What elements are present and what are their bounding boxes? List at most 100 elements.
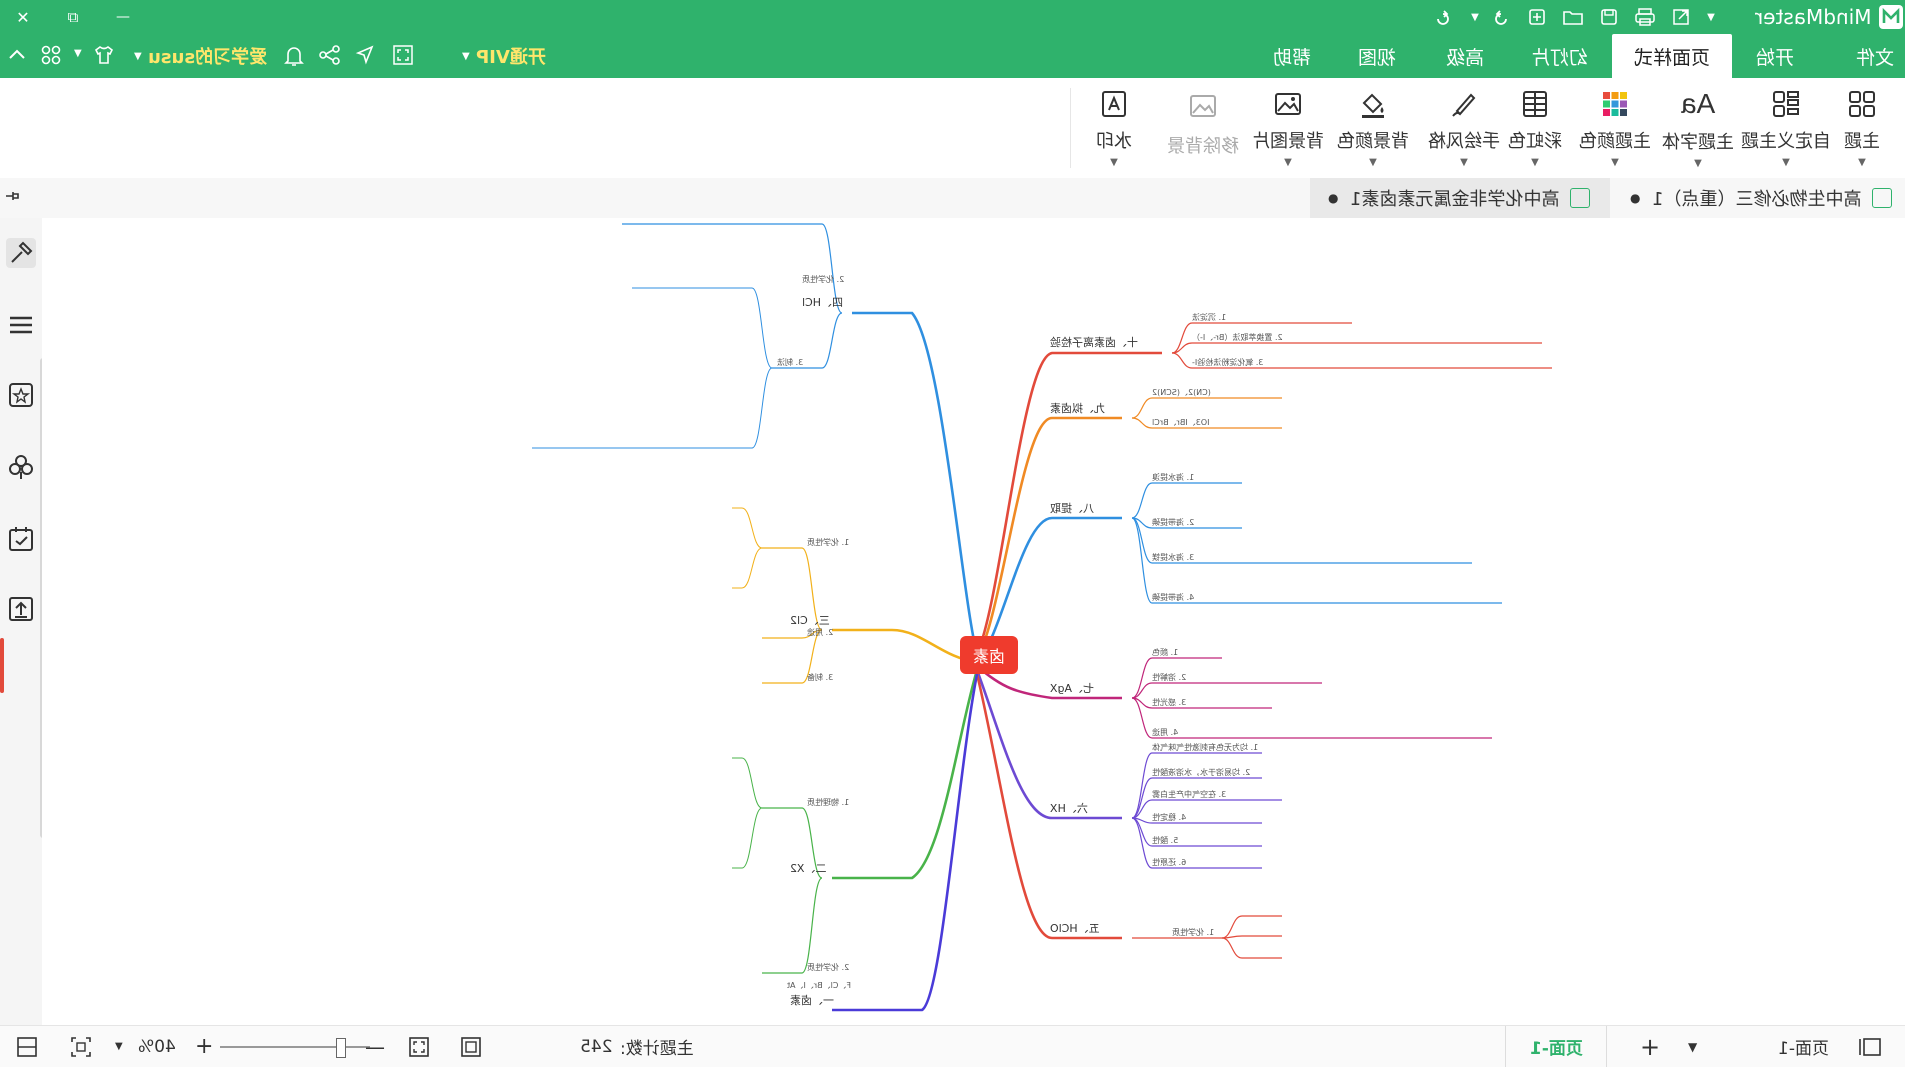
subtopic[interactable]: 3. 海水提镁 <box>1152 552 1194 563</box>
zoom-dropdown[interactable]: ▼ <box>115 1026 123 1067</box>
outline-panel-button[interactable] <box>6 310 36 340</box>
pointer-button[interactable] <box>354 44 376 70</box>
subtopic[interactable]: 1. 物理性质 <box>807 797 849 808</box>
subtopic[interactable]: 3. 在空气中产生白雾 <box>1152 789 1226 800</box>
hand-drawn-button[interactable]: 手绘风格 ▼ <box>1420 88 1508 168</box>
pin-button[interactable] <box>4 188 20 208</box>
page-dropdown[interactable]: ▼ <box>1688 1026 1697 1067</box>
topic-hx[interactable]: 六、HX <box>1050 800 1088 816</box>
skin-button[interactable] <box>92 44 116 70</box>
tab-home[interactable]: 开始 <box>1730 34 1820 78</box>
tab-help[interactable]: 帮助 <box>1250 34 1335 78</box>
user-menu[interactable]: ▼ 爱学习的susu <box>134 44 267 68</box>
subtopic[interactable]: (CN)2、(SCN)2 <box>1152 387 1211 398</box>
subtopic[interactable]: 2. 均易溶于水，水溶液酸性 <box>1152 767 1250 778</box>
zoom-out-button[interactable]: — <box>365 1026 385 1067</box>
mark-panel-button[interactable] <box>6 380 36 410</box>
doc-tab-chemistry[interactable]: ● 高中化学非金属元素卤素1 <box>1310 178 1610 218</box>
add-page-button[interactable]: + <box>1640 1026 1660 1067</box>
undo-button[interactable] <box>1485 0 1519 34</box>
quick-access-dropdown[interactable]: ▼ <box>1694 0 1728 34</box>
subtopic[interactable]: 2. 溶解性 <box>1152 672 1186 683</box>
background-color-button[interactable]: 背景颜色 ▼ <box>1325 88 1421 168</box>
topic-pseudohalogen[interactable]: 九、拟卤素 <box>1050 400 1105 416</box>
subtopic[interactable]: 2. 化学性质 <box>802 274 844 285</box>
subtopic[interactable]: 3. 氧化淀粉法检验I- <box>1192 357 1263 368</box>
close-button[interactable]: ✕ <box>6 0 40 34</box>
close-tab-icon[interactable]: ● <box>1328 191 1338 205</box>
task-panel-button[interactable] <box>6 524 36 554</box>
subtopic[interactable]: 4. 稳定性 <box>1152 812 1186 823</box>
doc-tab-biology[interactable]: ● 高中生物必修三（重点）1 <box>1612 178 1905 218</box>
subtopic[interactable]: 1. 沉淀法 <box>1192 312 1226 323</box>
close-tab-icon[interactable]: ● <box>1630 191 1640 205</box>
subtopic[interactable]: 2. 用途 <box>807 627 833 638</box>
topic-halide-test[interactable]: 十、卤素离子检验 <box>1050 334 1138 350</box>
rainbow-button[interactable]: 彩虹色 ▼ <box>1500 88 1570 168</box>
restore-button[interactable]: ⧉ <box>56 0 90 34</box>
zoom-slider[interactable] <box>220 1038 370 1058</box>
apps-dropdown[interactable]: ▼ <box>74 48 82 59</box>
fit-width-button[interactable] <box>70 1026 92 1067</box>
subtopic[interactable]: 1. 化学性质 <box>807 537 849 548</box>
page-tab-active[interactable]: 页面-1 <box>1505 1026 1607 1067</box>
open-button[interactable] <box>1556 0 1590 34</box>
subtopic[interactable]: 3. 感光性 <box>1152 697 1186 708</box>
subtopic[interactable]: 3. 制备 <box>807 672 833 683</box>
zoom-in-button[interactable]: + <box>195 1026 213 1067</box>
collapse-ribbon-button[interactable] <box>6 44 28 70</box>
topic-extraction[interactable]: 八、提取 <box>1050 500 1094 516</box>
root-topic[interactable]: 卤素 <box>960 636 1018 674</box>
clipart-panel-button[interactable] <box>6 452 36 482</box>
subtopic[interactable]: 3. 制法 <box>777 357 803 368</box>
export-panel-button[interactable] <box>6 594 36 624</box>
subtopic[interactable]: 2. 置换萃取法（Br-、I-） <box>1192 332 1283 343</box>
subtopic[interactable]: 6. 还原性 <box>1152 857 1186 868</box>
theme-color-button[interactable]: 主题颜色 ▼ <box>1570 88 1660 168</box>
tab-page-style[interactable]: 页面样式 <box>1612 34 1732 78</box>
theme-font-button[interactable]: Aa 主题字体 ▼ <box>1650 88 1746 169</box>
watermark-button[interactable]: 水印 ▼ <box>1070 88 1157 168</box>
subtopic[interactable]: 1. 化学性质 <box>1172 927 1214 938</box>
mindmap-canvas[interactable]: 卤素 十、卤素离子检验 九、拟卤素 八、提取 七、AgX 六、HX 五、HClO… <box>42 218 1905 1025</box>
tab-view[interactable]: 视图 <box>1335 34 1420 78</box>
save-button[interactable] <box>1592 0 1626 34</box>
topic-agx[interactable]: 七、AgX <box>1050 680 1094 696</box>
remove-background-button[interactable]: 移除背景 <box>1155 88 1251 168</box>
topic-hcl[interactable]: 四、HCl <box>802 294 843 310</box>
topic-hclo[interactable]: 五、HClO <box>1050 920 1100 936</box>
redo-button[interactable] <box>1425 0 1459 34</box>
share-button[interactable] <box>318 44 342 70</box>
export-button[interactable] <box>1664 0 1698 34</box>
presentation-button[interactable] <box>460 1026 482 1067</box>
topic-x2[interactable]: 二、X2 <box>790 860 827 876</box>
subtopic[interactable]: 1. 均为无色有刺激性气味气体 <box>1152 742 1258 753</box>
subtopic[interactable]: 1. 颜色 <box>1152 647 1178 658</box>
subtopic[interactable]: 1. 海水提溴 <box>1152 472 1194 483</box>
fit-page-button[interactable] <box>16 1026 38 1067</box>
vip-button[interactable]: ▼ 开通VIP <box>462 44 546 68</box>
apps-button[interactable] <box>40 44 62 70</box>
print-button[interactable] <box>1628 0 1662 34</box>
subtopic[interactable]: 2. 海带提碘 <box>1152 517 1194 528</box>
new-button[interactable] <box>1520 0 1554 34</box>
fullscreen-button[interactable] <box>392 44 414 70</box>
background-image-button[interactable]: 背景图片 ▼ <box>1240 88 1336 168</box>
tab-slides[interactable]: 幻灯片 <box>1510 34 1610 78</box>
format-panel-button[interactable] <box>6 238 36 268</box>
topic-halogens[interactable]: 一、卤素 <box>790 992 834 1008</box>
subtopic[interactable]: 5. 酸性 <box>1152 835 1178 846</box>
subtopic[interactable]: 2. 化学性质 <box>807 962 849 973</box>
subtopic[interactable]: IO3、IBr、BrCl <box>1152 417 1209 428</box>
subtopic[interactable]: 4. 海带提碘 <box>1152 592 1194 603</box>
subtopic[interactable]: F、Cl、Br、I、At <box>787 980 851 991</box>
tab-file[interactable]: 文件 <box>1845 34 1905 78</box>
zoom-slider-handle[interactable] <box>336 1038 346 1058</box>
page-list-button[interactable] <box>1858 1026 1882 1067</box>
minimize-button[interactable]: — <box>106 0 140 34</box>
custom-theme-button[interactable]: 自定义主题 ▼ <box>1736 88 1836 168</box>
tab-advanced[interactable]: 高级 <box>1420 34 1510 78</box>
subtopic[interactable]: 4. 用途 <box>1152 727 1178 738</box>
fullscreen-view-button[interactable] <box>408 1026 430 1067</box>
topic-cl2[interactable]: 三、Cl2 <box>790 612 830 628</box>
